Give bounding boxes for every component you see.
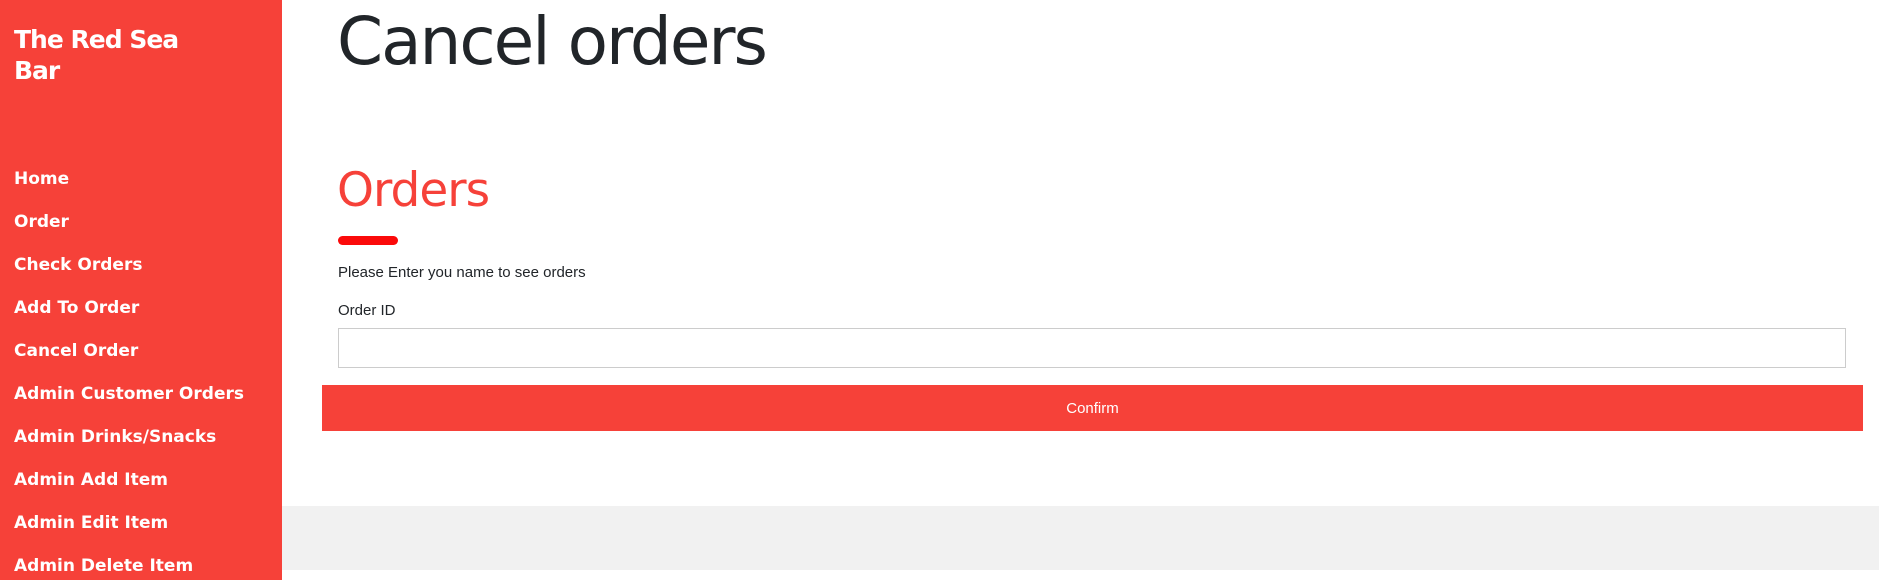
sidebar-item-admin-add-item: Admin Add Item [14,467,244,510]
nav-link-check-orders[interactable]: Check Orders [14,255,142,275]
nav-link-admin-edit-item[interactable]: Admin Edit Item [14,513,168,533]
nav-link-admin-add-item[interactable]: Admin Add Item [14,470,168,490]
nav-link-admin-customer-orders[interactable]: Admin Customer Orders [14,384,244,404]
footer-band [282,506,1879,570]
sidebar-nav: Home Order Check Orders Add To Order Can… [14,166,244,580]
nav-link-admin-drinks-snacks[interactable]: Admin Drinks/Snacks [14,427,216,447]
confirm-button[interactable]: Confirm [322,385,1863,431]
nav-link-add-to-order[interactable]: Add To Order [14,298,139,318]
sidebar-item-admin-customer-orders: Admin Customer Orders [14,381,244,424]
order-id-input[interactable] [338,328,1846,368]
sidebar-item-admin-edit-item: Admin Edit Item [14,510,244,553]
sidebar-item-admin-drinks-snacks: Admin Drinks/Snacks [14,424,244,467]
page-title: Cancel orders [337,3,768,80]
nav-link-admin-delete-item[interactable]: Admin Delete Item [14,556,193,576]
sidebar-item-order: Order [14,209,244,252]
sidebar: The Red Sea Bar Home Order Check Orders … [0,0,282,580]
order-id-label: Order ID [338,302,396,319]
sidebar-item-add-to-order: Add To Order [14,295,244,338]
instruction-text: Please Enter you name to see orders [338,264,586,281]
sidebar-item-home: Home [14,166,244,209]
main-content: Cancel orders Orders Please Enter you na… [282,0,1879,580]
title-underline [338,236,398,245]
nav-link-cancel-order[interactable]: Cancel Order [14,341,138,361]
section-title: Orders [337,163,490,218]
sidebar-item-cancel-order: Cancel Order [14,338,244,381]
nav-link-order[interactable]: Order [14,212,69,232]
sidebar-item-check-orders: Check Orders [14,252,244,295]
nav-link-home[interactable]: Home [14,169,69,189]
sidebar-item-admin-delete-item: Admin Delete Item [14,553,244,580]
brand-title: The Red Sea Bar [14,25,179,85]
